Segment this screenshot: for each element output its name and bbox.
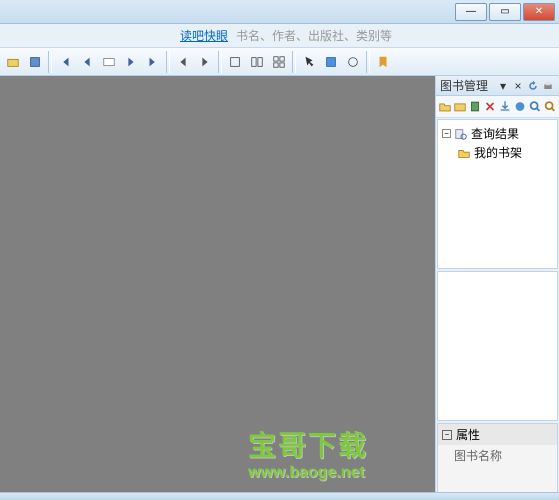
folder-icon <box>456 146 472 160</box>
tree-panel: − 查询结果 我的书架 <box>437 119 558 269</box>
bookmark-button[interactable] <box>372 51 394 73</box>
statusbar <box>0 492 559 500</box>
book-icon[interactable] <box>468 99 482 114</box>
quick-link[interactable]: 读吧快眼 <box>180 27 228 44</box>
folder-open-icon[interactable] <box>438 99 452 114</box>
search-icon[interactable] <box>528 99 542 114</box>
collapse-icon[interactable]: − <box>442 129 451 138</box>
delete-icon[interactable] <box>483 99 497 114</box>
sidebar: 图书管理 ▾ × − 查询结果 我的书架 <box>435 76 559 496</box>
folder-icon[interactable] <box>453 99 467 114</box>
view-mode-1-button[interactable] <box>224 51 246 73</box>
page-input[interactable] <box>98 51 120 73</box>
tree-item-shelf[interactable]: 我的书架 <box>442 143 553 162</box>
pin-icon[interactable]: × <box>511 79 525 93</box>
last-page-button[interactable] <box>142 51 164 73</box>
open-button[interactable] <box>2 51 24 73</box>
print-icon[interactable] <box>541 79 555 93</box>
panel-toolbar <box>436 96 559 118</box>
search-placeholder-text: 书名、作者、出版社、类别等 <box>236 27 392 44</box>
collapse-icon[interactable]: − <box>442 430 452 440</box>
main-toolbar <box>0 48 559 76</box>
refresh-icon[interactable] <box>526 79 540 93</box>
tree-label: 查询结果 <box>471 125 519 142</box>
results-icon <box>453 127 469 141</box>
hand-tool-button[interactable] <box>342 51 364 73</box>
pointer-tool-button[interactable] <box>298 51 320 73</box>
properties-title: 属性 <box>456 426 480 443</box>
first-page-button[interactable] <box>54 51 76 73</box>
menubar: 读吧快眼 书名、作者、出版社、类别等 <box>0 24 559 48</box>
close-button[interactable]: ✕ <box>523 3 555 21</box>
list-panel[interactable] <box>437 271 558 421</box>
save-button[interactable] <box>24 51 46 73</box>
select-tool-button[interactable] <box>320 51 342 73</box>
rotate-left-button[interactable] <box>172 51 194 73</box>
zoom-icon[interactable] <box>543 99 557 114</box>
minimize-button[interactable]: — <box>455 3 487 21</box>
maximize-button[interactable]: ▭ <box>489 3 521 21</box>
download-icon[interactable] <box>498 99 512 114</box>
panel-title: 图书管理 <box>440 77 495 94</box>
window-titlebar: — ▭ ✕ <box>0 0 559 24</box>
panel-header: 图书管理 ▾ × <box>436 76 559 96</box>
rotate-right-button[interactable] <box>194 51 216 73</box>
document-canvas[interactable] <box>0 76 435 496</box>
next-page-button[interactable] <box>120 51 142 73</box>
tree-label: 我的书架 <box>474 144 522 161</box>
dropdown-icon[interactable]: ▾ <box>496 79 510 93</box>
view-mode-2-button[interactable] <box>246 51 268 73</box>
view-mode-3-button[interactable] <box>268 51 290 73</box>
globe-icon[interactable] <box>513 99 527 114</box>
property-row: 图书名称 <box>438 445 557 466</box>
prev-page-button[interactable] <box>76 51 98 73</box>
tree-item-results[interactable]: − 查询结果 <box>442 124 553 143</box>
properties-panel: − 属性 图书名称 <box>437 423 558 495</box>
